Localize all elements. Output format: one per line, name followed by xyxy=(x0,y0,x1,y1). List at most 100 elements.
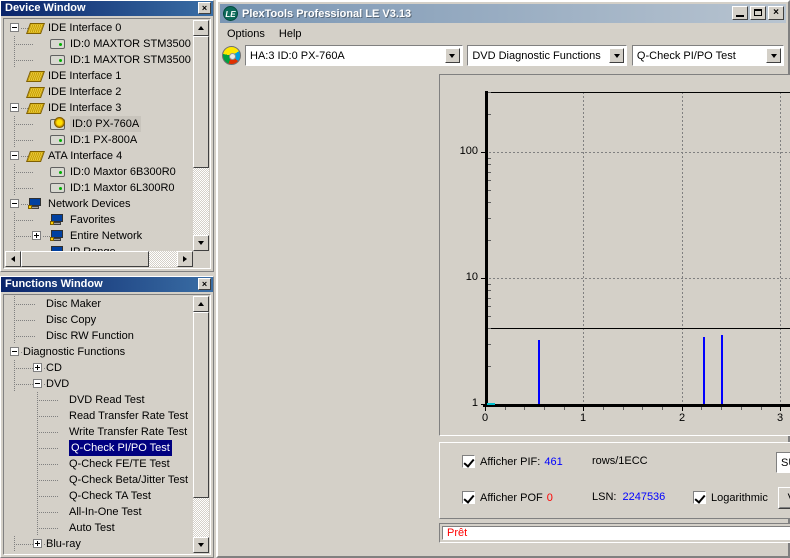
tree-collapse-icon[interactable] xyxy=(10,347,19,356)
functions-scroll-up-button[interactable] xyxy=(193,296,209,312)
tree-collapse-icon[interactable] xyxy=(10,103,19,112)
functions-tree[interactable]: Disc Maker Disc Copy Disc RW Function Diagn… xyxy=(5,296,193,553)
logarithmic-checkbox[interactable]: Logarithmic xyxy=(693,491,768,504)
chart-y-minor-tick xyxy=(488,92,491,93)
tree-item[interactable]: DVD xyxy=(5,376,193,392)
chart-gridline-v-2 xyxy=(682,92,683,404)
tree-item[interactable]: Disc Copy xyxy=(5,312,193,328)
chart-y-minor-tick xyxy=(488,284,491,285)
logarithmic-checkbox-box[interactable] xyxy=(693,491,706,504)
app-titlebar[interactable]: LE PlexTools Professional LE V3.13 × xyxy=(220,4,786,23)
tree-item[interactable]: All-In-One Test xyxy=(5,504,193,520)
tree-item[interactable]: Favorites xyxy=(5,212,193,228)
tree-connector xyxy=(14,304,35,305)
tree-collapse-icon[interactable] xyxy=(33,379,42,388)
tree-item[interactable]: Disc RW Function xyxy=(5,328,193,344)
tree-item[interactable]: Diagnostic Functions xyxy=(5,344,193,360)
device-scroll-right-button[interactable] xyxy=(177,251,193,267)
tree-collapse-icon[interactable] xyxy=(10,199,19,208)
tree-item-label: All-In-One Test xyxy=(69,506,142,518)
show-pif-checkbox-box[interactable] xyxy=(462,455,475,468)
tree-item[interactable]: Write Transfer Rate Test xyxy=(5,424,193,440)
tree-item[interactable]: ID:1 PX-800A xyxy=(5,132,193,148)
tree-item[interactable]: ID:0 Maxtor 6B300R0 xyxy=(5,164,193,180)
tree-item-label: ATA Interface 4 xyxy=(48,150,123,162)
device-tree-vscrollbar[interactable] xyxy=(193,20,209,251)
tree-item[interactable]: DVD Read Test xyxy=(5,392,193,408)
device-hscroll-thumb[interactable] xyxy=(21,251,149,267)
drive-select-chevron-down-icon[interactable] xyxy=(444,48,460,63)
menu-options[interactable]: Options xyxy=(220,27,272,41)
tree-connector xyxy=(14,320,35,321)
function-select[interactable]: DVD Diagnostic Functions xyxy=(467,45,628,66)
tree-item[interactable]: Q-Check TA Test xyxy=(5,488,193,504)
tree-item-label: IP Range xyxy=(70,244,116,251)
test-select-value: Q-Check PI/PO Test xyxy=(636,49,736,62)
tree-item[interactable]: Q-Check Beta/Jitter Test xyxy=(5,472,193,488)
tree-item[interactable]: IP Range xyxy=(5,244,193,251)
show-pof-checkbox-box[interactable] xyxy=(462,491,475,504)
functions-vscroll-thumb[interactable] xyxy=(193,312,209,498)
function-select-chevron-down-icon[interactable] xyxy=(609,48,625,63)
tree-item[interactable]: ID:1 MAXTOR STM3500 xyxy=(5,52,193,68)
functions-window-close-button[interactable]: × xyxy=(198,278,211,290)
device-window-close-button[interactable]: × xyxy=(198,2,211,14)
tree-item[interactable]: Auto Test xyxy=(5,520,193,536)
tree-item[interactable]: Read Transfer Rate Test xyxy=(5,408,193,424)
tree-item[interactable]: ID:1 Maxtor 6L300R0 xyxy=(5,180,193,196)
sum-test-select[interactable]: SUM1 Test xyxy=(776,452,790,473)
tree-item[interactable]: ID:0 PX-760A xyxy=(5,116,193,132)
tree-collapse-icon[interactable] xyxy=(10,151,19,160)
tree-item[interactable]: Entire Network xyxy=(5,228,193,244)
chart-y-minor-tick xyxy=(488,298,491,299)
device-tree[interactable]: IDE Interface 0 ID:0 MAXTOR STM3500 ID:1 M… xyxy=(5,20,193,251)
tree-expand-icon[interactable] xyxy=(33,363,42,372)
tree-expand-icon[interactable] xyxy=(33,539,42,548)
tree-expand-icon[interactable] xyxy=(32,231,41,240)
drive-select[interactable]: HA:3 ID:0 PX-760A xyxy=(245,45,463,66)
show-pif-checkbox[interactable]: Afficher PIF: 461 xyxy=(462,455,563,468)
test-select[interactable]: Q-Check PI/PO Test xyxy=(631,45,785,66)
chart-x-minor-tick xyxy=(642,407,643,410)
tree-item[interactable]: Disc Maker xyxy=(5,296,193,312)
chart-y-tick-10 xyxy=(481,278,485,279)
tree-item-label: IDE Interface 1 xyxy=(48,70,122,82)
tree-item[interactable]: ID:0 MAXTOR STM3500 xyxy=(5,36,193,52)
tree-item[interactable]: ATA Interface 4 xyxy=(5,148,193,164)
tree-collapse-icon[interactable] xyxy=(10,23,19,32)
tree-item-label: Auto Test xyxy=(69,522,115,534)
functions-tree-vscrollbar[interactable] xyxy=(193,296,209,553)
maximize-button[interactable] xyxy=(750,6,766,20)
test-select-chevron-down-icon[interactable] xyxy=(766,48,782,63)
device-scroll-down-button[interactable] xyxy=(193,235,209,251)
chart-y-minor-tick xyxy=(488,114,491,115)
functions-scroll-down-button[interactable] xyxy=(193,537,209,553)
tree-item[interactable]: Blu-ray xyxy=(5,536,193,552)
menubar: Options Help xyxy=(220,25,309,42)
tree-item[interactable]: IDE Interface 1 xyxy=(5,68,193,84)
tree-connector xyxy=(37,432,58,433)
tree-item[interactable]: IDE Interface 2 xyxy=(5,84,193,100)
device-vscroll-thumb[interactable] xyxy=(193,36,209,168)
device-scroll-left-button[interactable] xyxy=(5,251,21,267)
functions-window-titlebar: Functions Window × xyxy=(1,277,213,292)
tree-item[interactable]: Network Devices xyxy=(5,196,193,212)
device-scroll-up-button[interactable] xyxy=(193,20,209,36)
chart-x-minor-tick xyxy=(505,407,506,410)
tree-item[interactable]: Q-Check PI/PO Test xyxy=(5,440,193,456)
chart-y-minor-tick xyxy=(488,190,491,191)
show-pof-checkbox[interactable]: Afficher POF 0 xyxy=(462,491,553,504)
tree-item[interactable]: IDE Interface 0 xyxy=(5,20,193,36)
chart-x-tick-0 xyxy=(485,407,486,411)
device-tree-hscrollbar[interactable] xyxy=(5,251,193,267)
tree-connector xyxy=(37,496,58,497)
menu-help[interactable]: Help xyxy=(272,27,309,41)
tree-item[interactable]: IDE Interface 3 xyxy=(5,100,193,116)
tree-item[interactable]: CD xyxy=(5,360,193,376)
tree-item[interactable]: Q-Check FE/TE Test xyxy=(5,456,193,472)
minimize-button[interactable] xyxy=(732,6,748,20)
tree-item-label: Entire Network xyxy=(70,230,143,242)
view-log-button[interactable]: Voir registre xyxy=(778,487,790,509)
close-button[interactable]: × xyxy=(768,6,784,20)
tree-connector xyxy=(14,384,35,385)
